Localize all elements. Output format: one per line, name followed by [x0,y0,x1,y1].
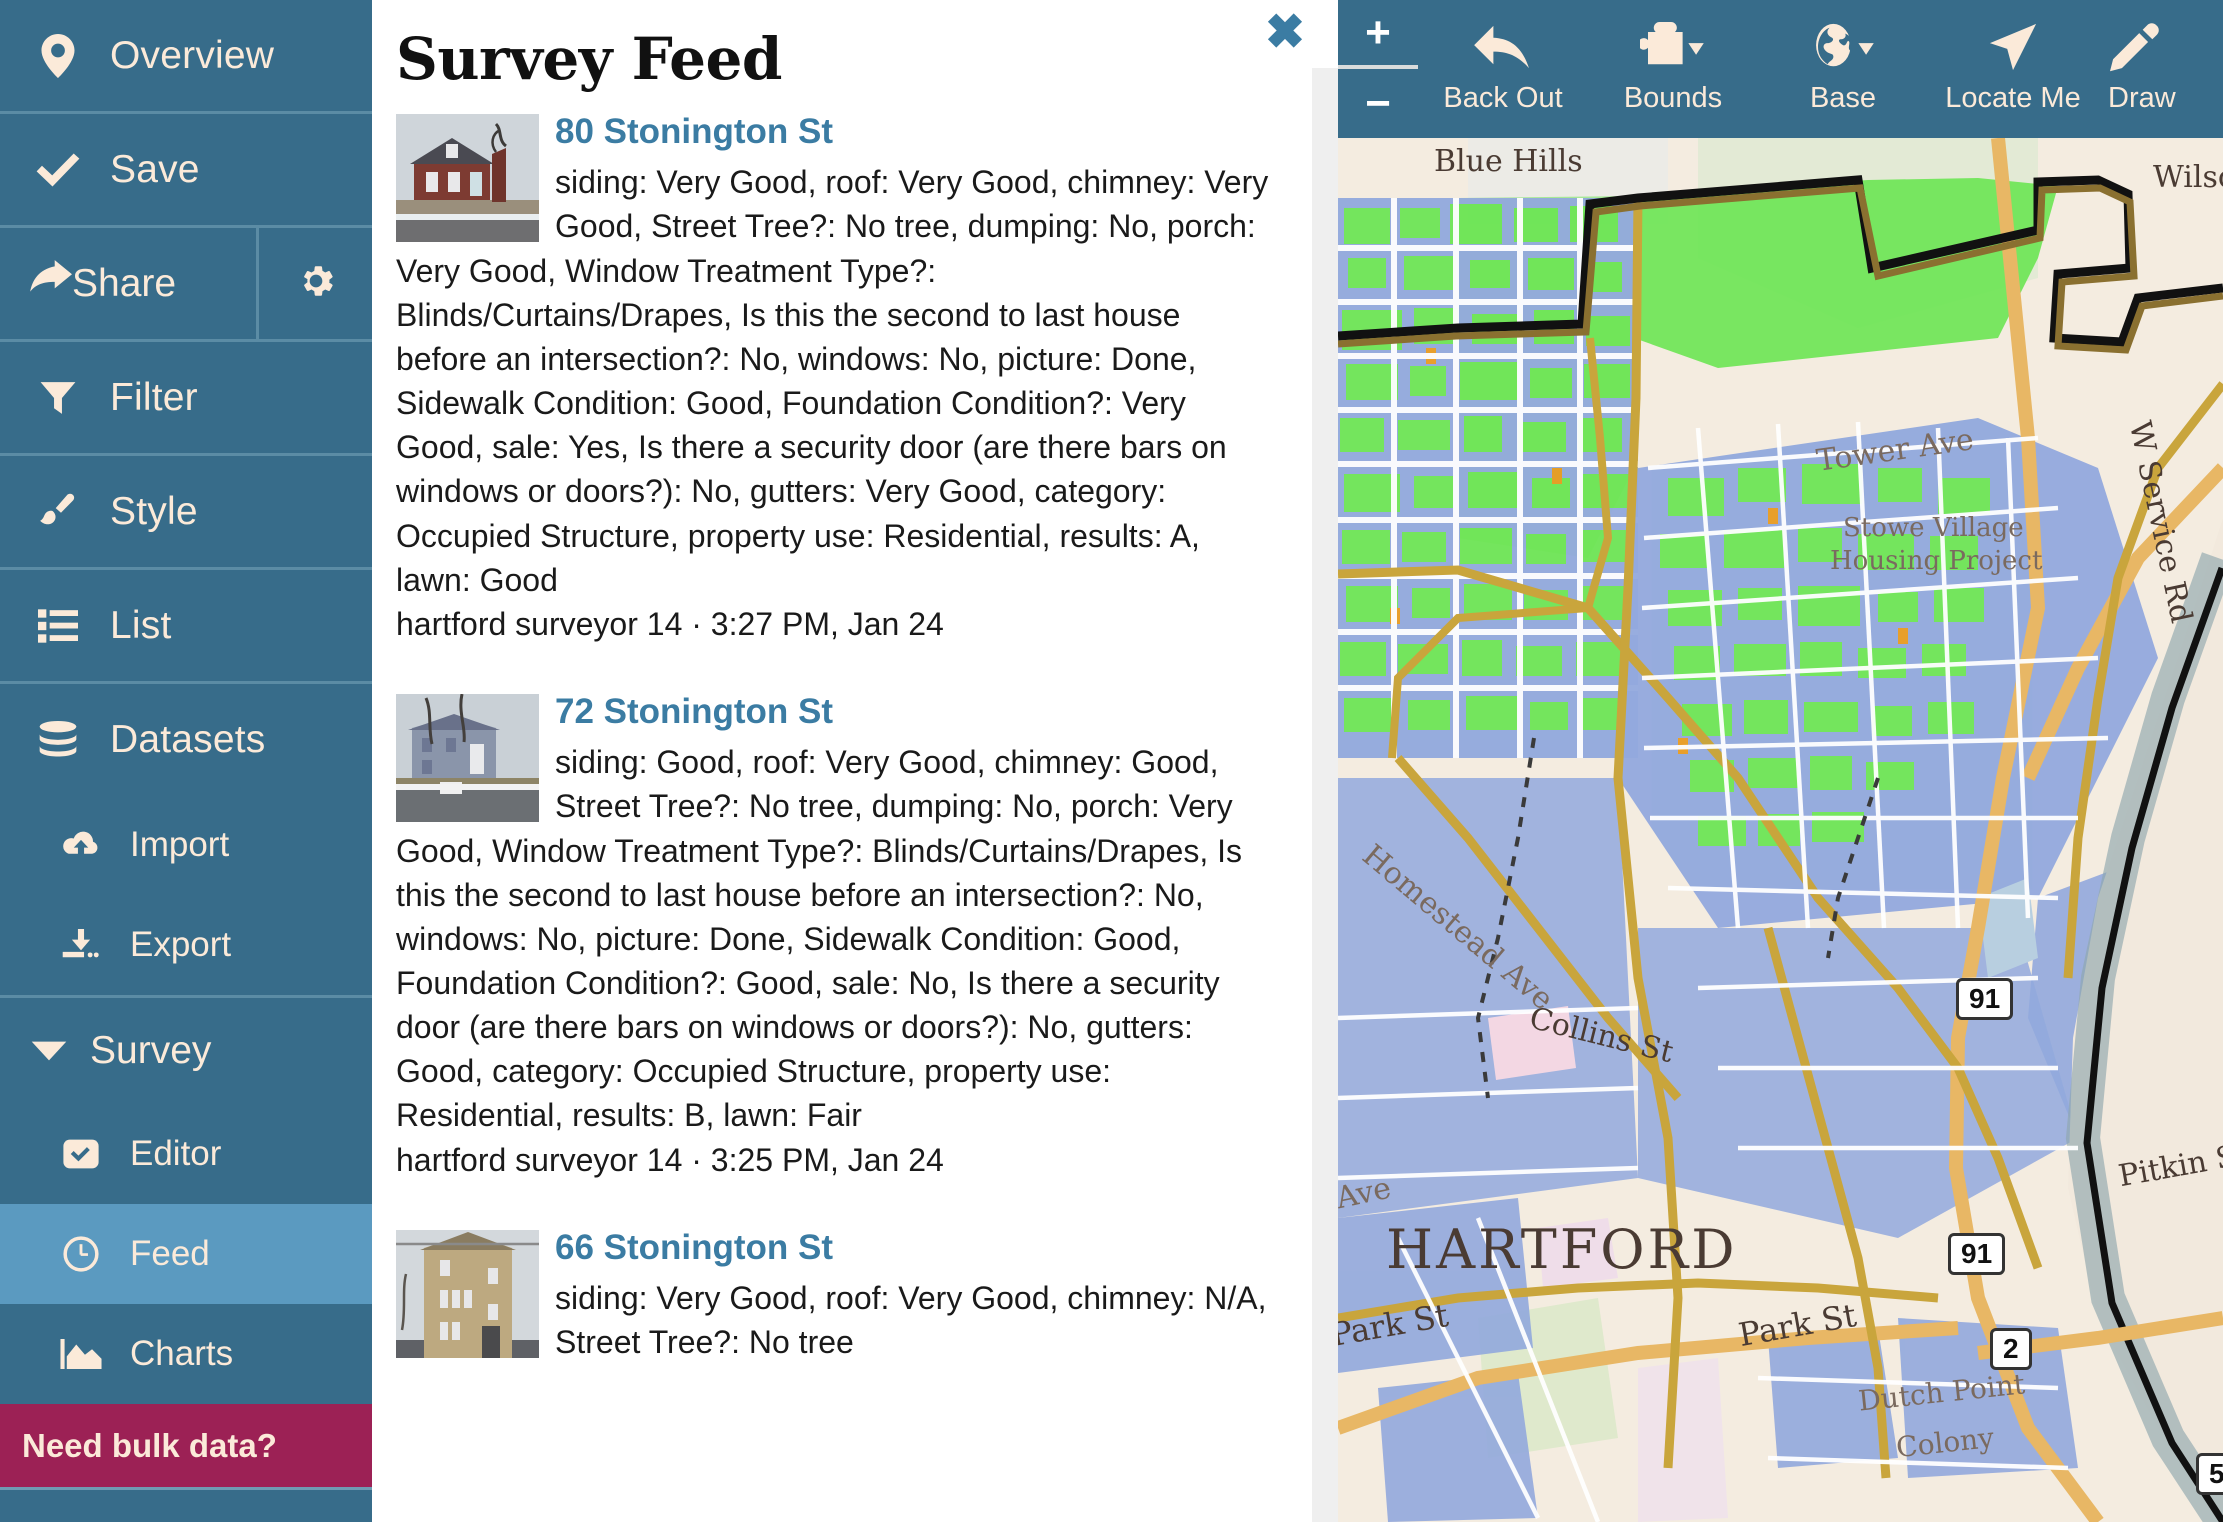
sidebar-section-label: Survey [90,1029,212,1072]
sidebar-item-save[interactable]: Save [0,114,372,225]
tool-label: Draw [2108,82,2176,114]
feed-entry[interactable]: 80 Stonington St siding: Very Good, roof… [396,102,1280,646]
share-settings-button[interactable] [259,228,372,339]
sidebar-item-overview[interactable]: Overview [0,0,372,111]
survey-feed-panel: ✖ Survey Feed 80 Stonington St siding: V… [372,0,1338,1522]
location-arrow-icon [1987,16,2039,78]
undo-arrow-icon [1474,16,1532,78]
list-icon [28,608,88,643]
sidebar-footer [0,1490,372,1522]
base-button[interactable]: Base [1758,0,1928,138]
area-chart-icon [56,1339,106,1369]
sidebar-item-export[interactable]: Export [0,895,372,995]
puzzle-piece-icon [1640,16,1706,78]
need-bulk-data-label: Need bulk data? [22,1426,277,1464]
sidebar-item-editor[interactable]: Editor [0,1104,372,1204]
feed-scrollbar[interactable] [1312,68,1338,1522]
sidebar-item-filter[interactable]: Filter [0,342,372,453]
globe-icon [1810,16,1876,78]
sidebar-item-share[interactable]: Share [0,228,259,339]
feed-entry[interactable]: 66 Stonington St siding: Very Good, roof… [396,1218,1280,1365]
check-icon [28,152,88,188]
sidebar-item-label: Export [130,925,232,964]
left-sidebar: Overview Save Share Filter Style List Da… [0,0,372,1522]
locate-me-button[interactable]: Locate Me [1928,0,2098,138]
sidebar-item-feed[interactable]: Feed [0,1204,372,1304]
highway-shield: 2 [1990,1328,2032,1370]
sidebar-share-row: Share [0,228,372,339]
sidebar-item-import[interactable]: Import [0,795,372,895]
zoom-in-button[interactable]: + [1338,0,1418,69]
funnel-icon [28,379,88,417]
sidebar-item-label: Charts [130,1334,234,1373]
entry-meta: hartford surveyor 14 · 3:27 PM, Jan 24 [396,605,944,642]
sidebar-item-label: Style [110,489,198,533]
map-toolbar: + − Back Out Bounds Base Locate Me Draw [1338,0,2223,138]
feed-entry[interactable]: 72 Stonington St siding: Good, roof: Ver… [396,682,1280,1182]
tool-label: Base [1809,82,1877,114]
highway-shield: 91 [1948,1233,2006,1275]
map-pin-icon [28,33,88,78]
tool-label: Bounds [1623,82,1723,114]
checkbox-icon [56,1138,106,1170]
sidebar-item-charts[interactable]: Charts [0,1304,372,1404]
sidebar-item-label: Editor [130,1134,222,1173]
sidebar-item-list[interactable]: List [0,570,372,681]
zoom-out-button[interactable]: − [1338,69,1418,138]
zoom-controls: + − [1338,0,1418,138]
gear-icon [297,262,335,305]
entry-meta: hartford surveyor 14 · 3:25 PM, Jan 24 [396,1141,944,1178]
sidebar-item-label: Feed [130,1234,210,1273]
draw-button[interactable]: Draw [2098,0,2218,138]
need-bulk-data-banner[interactable]: Need bulk data? [0,1404,372,1490]
cloud-upload-icon [56,830,106,860]
sidebar-item-datasets[interactable]: Datasets [0,684,372,795]
download-tray-icon [56,929,106,961]
map-canvas[interactable]: Blue Hills Wilson Granby St Tower Ave St… [1338,138,2223,1522]
sidebar-item-label: Save [110,147,200,191]
highway-shield: 91 [1956,978,2014,1020]
clock-icon [56,1235,106,1273]
page-title: Survey Feed [396,25,782,93]
entry-thumbnail[interactable] [396,1229,539,1358]
caret-down-icon [20,1040,78,1062]
sidebar-item-label: Share [72,261,177,305]
close-icon[interactable]: ✖ [1260,8,1310,58]
sidebar-item-label: Datasets [110,717,266,761]
sidebar-item-label: Overview [110,33,275,77]
bounds-button[interactable]: Bounds [1588,0,1758,138]
app-root: Overview Save Share Filter Style List Da… [0,0,2223,1522]
back-out-button[interactable]: Back Out [1418,0,1588,138]
map-area[interactable]: + − Back Out Bounds Base Locate Me Draw … [1338,0,2223,1522]
sidebar-item-style[interactable]: Style [0,456,372,567]
tool-label: Locate Me [1945,82,2081,114]
entry-thumbnail[interactable] [396,693,539,822]
entry-thumbnail[interactable] [396,114,539,242]
database-icon [28,720,88,760]
paintbrush-icon [28,491,88,533]
sidebar-item-label: Filter [110,375,198,419]
share-arrow-icon [28,259,73,308]
sidebar-section-survey[interactable]: Survey [0,998,372,1104]
tool-label: Back Out [1443,82,1563,114]
highway-shield: 5 [2196,1453,2223,1495]
sidebar-item-label: List [110,603,172,647]
sidebar-item-label: Import [130,825,230,864]
pencil-icon [2108,16,2218,78]
